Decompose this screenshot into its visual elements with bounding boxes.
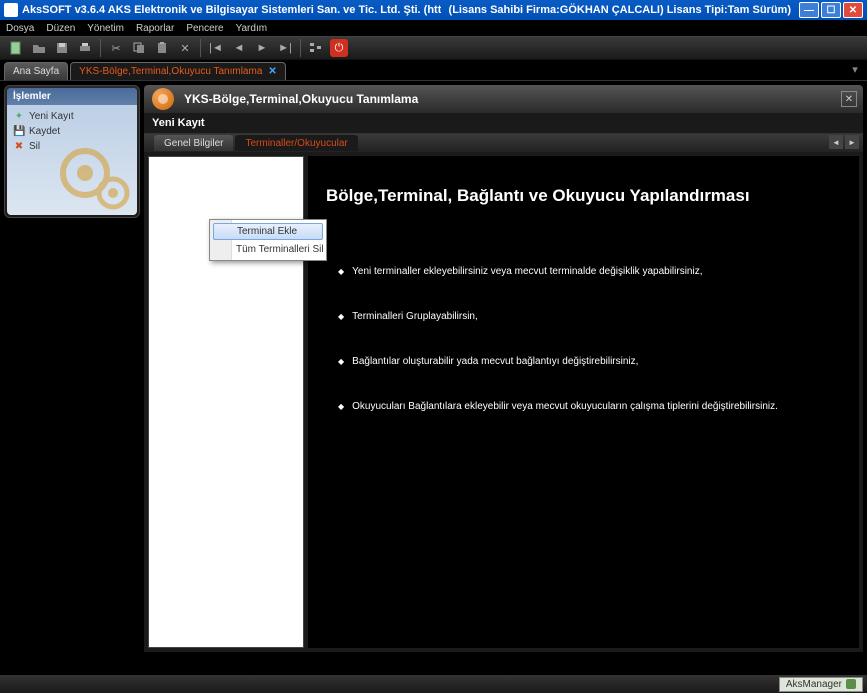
toolbar-open-icon[interactable] — [29, 38, 49, 58]
toolbar-separator — [300, 39, 301, 57]
titlebar-text-left: AksSOFT v3.6.4 AKS Elektronik ve Bilgisa… — [22, 4, 441, 16]
inner-tabbar: Genel Bilgiler Terminaller/Okuyucular ◄ … — [144, 134, 863, 152]
left-panel: İşlemler ✦ Yeni Kayıt 💾 Kaydet ✖ Sil — [4, 85, 140, 218]
toolbar-copy-icon[interactable] — [129, 38, 149, 58]
menu-raporlar[interactable]: Raporlar — [136, 23, 174, 34]
toolbar-paste-icon[interactable] — [152, 38, 172, 58]
tab-label: YKS-Bölge,Terminal,Okuyucu Tanımlama — [79, 66, 262, 77]
toolbar: ✂ ✕ |◄ ◄ ► ►| ⏻ — [0, 36, 867, 60]
islemler-header: İşlemler — [7, 88, 137, 105]
action-kaydet[interactable]: 💾 Kaydet — [13, 124, 131, 139]
info-bullet: Bağlantılar oluşturabilir yada mecvut ba… — [326, 356, 841, 367]
aksmanager-icon — [846, 679, 856, 689]
menu-pencere[interactable]: Pencere — [186, 23, 223, 34]
statusbar: AksManager — [0, 675, 867, 693]
inner-tab-terminaller[interactable]: Terminaller/Okuyucular — [235, 135, 357, 151]
toolbar-prev-icon[interactable]: ◄ — [229, 38, 249, 58]
inner-tab-prev-icon[interactable]: ◄ — [829, 135, 843, 149]
menu-dosya[interactable]: Dosya — [6, 23, 34, 34]
action-label: Yeni Kayıt — [29, 111, 74, 122]
menu-duzen[interactable]: Düzen — [46, 23, 75, 34]
info-heading: Bölge,Terminal, Bağlantı ve Okuyucu Yapı… — [326, 186, 841, 206]
action-yeni-kayit[interactable]: ✦ Yeni Kayıt — [13, 109, 131, 124]
content-close-button[interactable]: ✕ — [841, 91, 857, 107]
new-icon: ✦ — [13, 111, 25, 122]
inner-tab-genel-bilgiler[interactable]: Genel Bilgiler — [154, 135, 233, 151]
toolbar-last-icon[interactable]: ►| — [275, 38, 295, 58]
toolbar-separator — [100, 39, 101, 57]
toolbar-delete-icon[interactable]: ✕ — [175, 38, 195, 58]
titlebar: AksSOFT v3.6.4 AKS Elektronik ve Bilgisa… — [0, 0, 867, 20]
inner-tabs-nav: ◄ ► — [829, 135, 859, 149]
content-title: YKS-Bölge,Terminal,Okuyucu Tanımlama — [184, 92, 418, 106]
toolbar-power-icon[interactable]: ⏻ — [329, 38, 349, 58]
toolbar-tree-icon[interactable] — [306, 38, 326, 58]
menu-yardim[interactable]: Yardım — [236, 23, 268, 34]
content-panel: YKS-Bölge,Terminal,Okuyucu Tanımlama ✕ Y… — [144, 85, 863, 686]
menubar: Dosya Düzen Yönetim Raporlar Pencere Yar… — [0, 20, 867, 36]
content-subheader: Yeni Kayıt — [144, 113, 863, 134]
islemler-card: İşlemler ✦ Yeni Kayıt 💾 Kaydet ✖ Sil — [7, 88, 137, 215]
toolbar-cut-icon[interactable]: ✂ — [106, 38, 126, 58]
action-label: Sil — [29, 141, 40, 152]
toolbar-next-icon[interactable]: ► — [252, 38, 272, 58]
context-menu: Terminal Ekle Tüm Terminalleri Sil — [209, 219, 327, 261]
toolbar-new-icon[interactable] — [6, 38, 26, 58]
menu-yonetim[interactable]: Yönetim — [87, 23, 124, 34]
context-item-tum-terminalleri-sil[interactable]: Tüm Terminalleri Sil — [212, 241, 324, 258]
titlebar-text-right: (Lisans Sahibi Firma:GÖKHAN ÇALCALI) Lis… — [449, 4, 791, 16]
toolbar-separator — [200, 39, 201, 57]
document-tabbar: Ana Sayfa YKS-Bölge,Terminal,Okuyucu Tan… — [0, 60, 867, 80]
info-bullet: Yeni terminaller ekleyebilirsiniz veya m… — [326, 266, 841, 277]
save-icon: 💾 — [13, 126, 25, 137]
toolbar-print-icon[interactable] — [75, 38, 95, 58]
main-area: İşlemler ✦ Yeni Kayıt 💾 Kaydet ✖ Sil — [0, 80, 867, 690]
info-bullet: Okuyucuları Bağlantılara ekleyebilir vey… — [326, 401, 841, 412]
window-controls: — ☐ ✕ — [799, 2, 863, 18]
status-label: AksManager — [786, 679, 842, 690]
tab-yks-bolge[interactable]: YKS-Bölge,Terminal,Okuyucu Tanımlama ✕ — [70, 62, 286, 80]
inner-tab-next-icon[interactable]: ► — [845, 135, 859, 149]
info-bullet: Terminalleri Gruplayabilirsin, — [326, 311, 841, 322]
tab-ana-sayfa[interactable]: Ana Sayfa — [4, 62, 68, 80]
toolbar-save-icon[interactable] — [52, 38, 72, 58]
close-button[interactable]: ✕ — [843, 2, 863, 18]
status-aksmanager[interactable]: AksManager — [779, 677, 863, 692]
context-item-terminal-ekle[interactable]: Terminal Ekle — [213, 223, 323, 240]
gear-decoration-icon — [55, 138, 135, 213]
content-header: YKS-Bölge,Terminal,Okuyucu Tanımlama ✕ — [144, 85, 863, 113]
content-header-icon — [152, 88, 174, 110]
toolbar-first-icon[interactable]: |◄ — [206, 38, 226, 58]
minimize-button[interactable]: — — [799, 2, 819, 18]
tab-label: Ana Sayfa — [13, 66, 59, 77]
app-icon — [4, 3, 18, 17]
tabbar-overflow-icon[interactable]: ▾ — [847, 62, 863, 76]
info-pane: Bölge,Terminal, Bağlantı ve Okuyucu Yapı… — [308, 156, 859, 648]
maximize-button[interactable]: ☐ — [821, 2, 841, 18]
delete-icon: ✖ — [13, 141, 25, 152]
tab-close-icon[interactable]: ✕ — [268, 66, 276, 77]
action-label: Kaydet — [29, 126, 60, 137]
